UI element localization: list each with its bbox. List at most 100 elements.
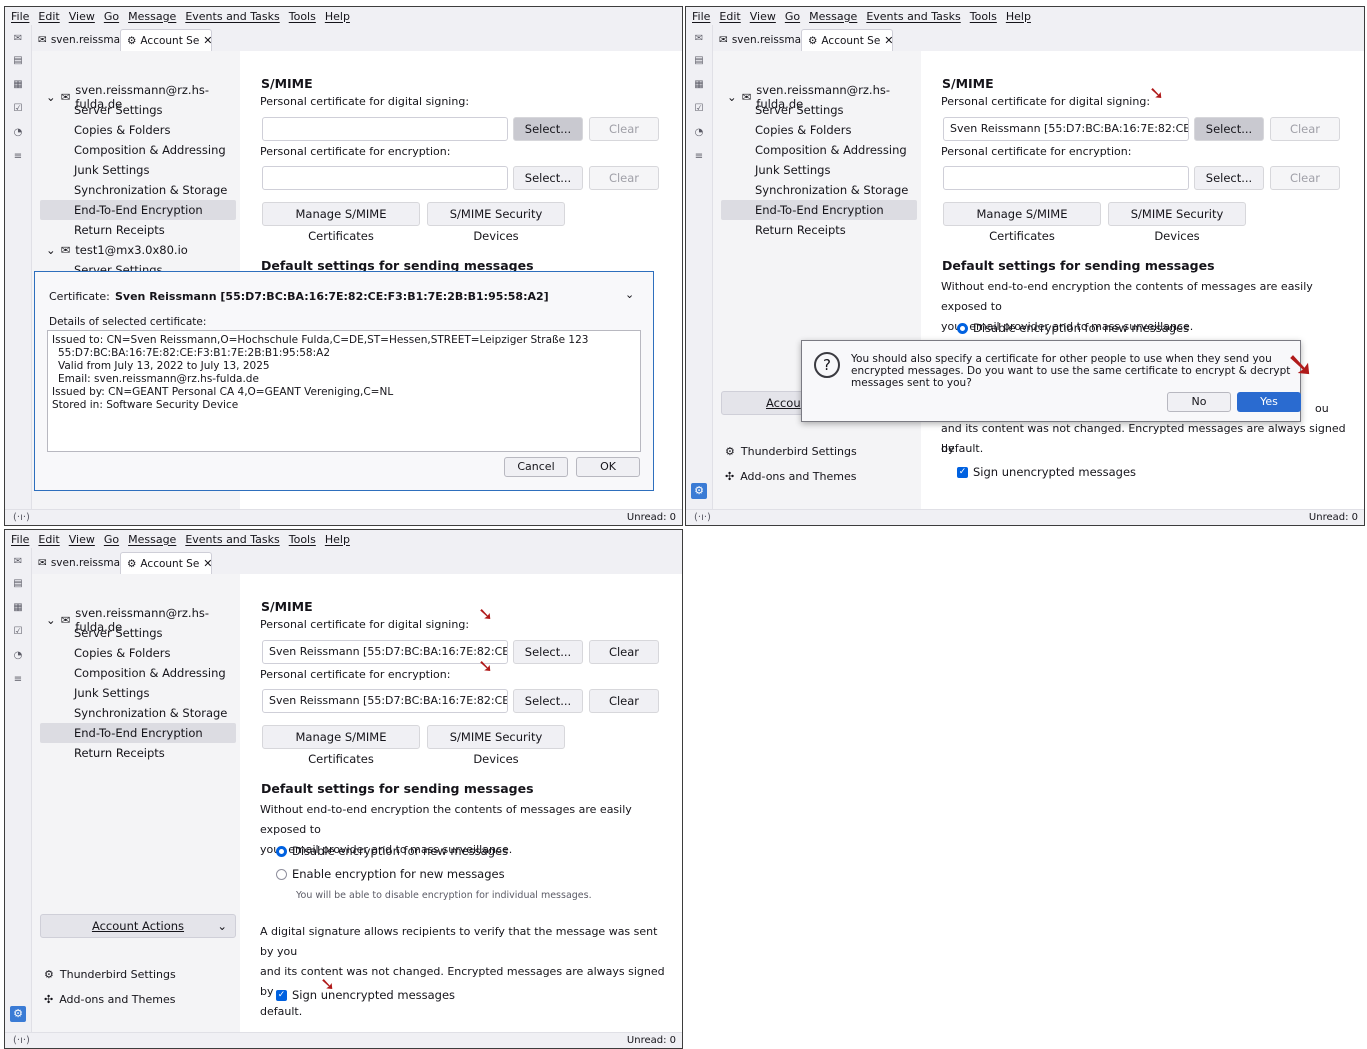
address-book-icon[interactable]: ▤ <box>12 55 24 67</box>
certificate-select[interactable]: Sven Reissmann [55:D7:BC:BA:16:7E:82:CE:… <box>115 290 549 303</box>
menu-file[interactable]: File <box>11 533 29 546</box>
chevron-down-icon[interactable]: ⌄ <box>46 243 56 257</box>
select-enc-button[interactable]: Select... <box>513 689 583 713</box>
clear-sign-button[interactable]: Clear <box>589 117 659 141</box>
security-devices-button[interactable]: S/MIME Security Devices <box>427 725 565 766</box>
menu-message[interactable]: Message <box>809 10 857 23</box>
account-actions-button[interactable]: Account Actions ⌄ <box>40 914 236 938</box>
chat-icon[interactable]: ◔ <box>12 127 24 139</box>
clear-sign-button[interactable]: Clear <box>1270 117 1340 141</box>
chat-icon[interactable]: ◔ <box>693 127 705 139</box>
sidebar-item-e2e[interactable]: End-To-End Encryption <box>40 200 236 220</box>
address-book-icon[interactable]: ▤ <box>12 578 24 590</box>
thunderbird-settings-link[interactable]: ⚙ Thunderbird Settings <box>44 968 176 981</box>
sidebar-item-server-settings[interactable]: Server Settings <box>74 103 163 117</box>
settings-list-icon[interactable]: ≡ <box>693 151 705 163</box>
tab-mail[interactable]: ✉sven.reissmann <box>32 29 120 51</box>
select-sign-button[interactable]: Select... <box>513 640 583 664</box>
disable-encryption-radio[interactable]: Disable encryption for new messages <box>276 844 508 858</box>
sidebar-item-e2e[interactable]: End-To-End Encryption <box>721 200 917 220</box>
close-icon[interactable]: ✕ <box>203 557 211 570</box>
sign-cert-field[interactable]: Sven Reissmann [55:D7:BC:BA:16:7E:82:CE:… <box>943 117 1189 141</box>
sidebar-item-receipts[interactable]: Return Receipts <box>74 223 165 237</box>
menu-go[interactable]: Go <box>104 533 119 546</box>
chevron-down-icon[interactable]: ⌄ <box>46 90 56 104</box>
menu-edit[interactable]: Edit <box>38 533 59 546</box>
menu-message[interactable]: Message <box>128 533 176 546</box>
calendar-icon[interactable]: ▦ <box>12 79 24 91</box>
menu-go[interactable]: Go <box>785 10 800 23</box>
tasks-icon[interactable]: ☑ <box>12 626 24 638</box>
menu-events[interactable]: Events and Tasks <box>185 10 279 23</box>
mail-icon[interactable]: ✉ <box>693 33 705 45</box>
security-devices-button[interactable]: S/MIME Security Devices <box>427 202 565 243</box>
addons-link[interactable]: ✣ Add-ons and Themes <box>44 993 175 1006</box>
sidebar-item-junk[interactable]: Junk Settings <box>755 163 830 177</box>
chevron-down-icon[interactable]: ⌄ <box>727 90 737 104</box>
addons-link[interactable]: ✣ Add-ons and Themes <box>725 470 856 483</box>
tab-account-settings[interactable]: ⚙ Account Se ✕ <box>801 29 893 51</box>
menu-tools[interactable]: Tools <box>970 10 997 23</box>
manage-certs-button[interactable]: Manage S/MIME Certificates <box>262 725 420 766</box>
thunderbird-settings-link[interactable]: ⚙ Thunderbird Settings <box>725 445 857 458</box>
certificate-details[interactable]: Issued to: CN=Sven Reissmann,O=Hochschul… <box>47 330 641 452</box>
cancel-button[interactable]: Cancel <box>504 457 568 477</box>
menu-view[interactable]: View <box>69 10 95 23</box>
sidebar-item-copies-folders[interactable]: Copies & Folders <box>74 123 170 137</box>
gear-icon[interactable]: ⚙ <box>10 1006 26 1022</box>
sidebar-item-server-settings[interactable]: Server Settings <box>74 626 163 640</box>
tasks-icon[interactable]: ☑ <box>693 103 705 115</box>
sidebar-item-composition[interactable]: Composition & Addressing <box>74 143 226 157</box>
tab-mail[interactable]: ✉sven.reissmann <box>32 552 120 574</box>
sign-unencrypted-checkbox[interactable]: ✓ Sign unencrypted messages <box>276 988 455 1002</box>
clear-enc-button[interactable]: Clear <box>589 166 659 190</box>
menu-view[interactable]: View <box>750 10 776 23</box>
select-enc-button[interactable]: Select... <box>513 166 583 190</box>
enc-cert-field[interactable]: Sven Reissmann [55:D7:BC:BA:16:7E:82:CE:… <box>262 689 508 713</box>
tab-mail[interactable]: ✉sven.reissmann <box>713 29 801 51</box>
sidebar-item-junk[interactable]: Junk Settings <box>74 686 149 700</box>
sidebar-item-sync[interactable]: Synchronization & Storage <box>74 183 227 197</box>
account-header-2[interactable]: ⌄ ✉ test1@mx3.0x80.io <box>46 243 188 257</box>
manage-certs-button[interactable]: Manage S/MIME Certificates <box>262 202 420 243</box>
calendar-icon[interactable]: ▦ <box>693 79 705 91</box>
sidebar-item-server-settings[interactable]: Server Settings <box>755 103 844 117</box>
enc-cert-field[interactable] <box>262 166 508 190</box>
tab-account-settings[interactable]: ⚙ Account Se ✕ <box>120 29 212 51</box>
mail-icon[interactable]: ✉ <box>12 556 24 568</box>
security-devices-button[interactable]: S/MIME Security Devices <box>1108 202 1246 243</box>
enc-cert-field[interactable] <box>943 166 1189 190</box>
sidebar-item-composition[interactable]: Composition & Addressing <box>755 143 907 157</box>
menu-help[interactable]: Help <box>325 533 350 546</box>
menu-events[interactable]: Events and Tasks <box>185 533 279 546</box>
yes-button[interactable]: Yes <box>1237 392 1301 412</box>
enable-encryption-radio[interactable]: Enable encryption for new messages <box>276 867 505 881</box>
menu-events[interactable]: Events and Tasks <box>866 10 960 23</box>
menu-tools[interactable]: Tools <box>289 533 316 546</box>
tab-account-settings[interactable]: ⚙ Account Se ✕ <box>120 552 212 574</box>
menu-help[interactable]: Help <box>325 10 350 23</box>
menu-help[interactable]: Help <box>1006 10 1031 23</box>
menu-file[interactable]: File <box>11 10 29 23</box>
chat-icon[interactable]: ◔ <box>12 650 24 662</box>
calendar-icon[interactable]: ▦ <box>12 602 24 614</box>
ok-button[interactable]: OK <box>576 457 640 477</box>
chevron-down-icon[interactable]: ⌄ <box>46 613 56 627</box>
select-enc-button[interactable]: Select... <box>1194 166 1264 190</box>
sidebar-item-composition[interactable]: Composition & Addressing <box>74 666 226 680</box>
sidebar-item-sync[interactable]: Synchronization & Storage <box>755 183 908 197</box>
tasks-icon[interactable]: ☑ <box>12 103 24 115</box>
menu-go[interactable]: Go <box>104 10 119 23</box>
address-book-icon[interactable]: ▤ <box>693 55 705 67</box>
close-icon[interactable]: ✕ <box>884 34 892 47</box>
sidebar-item-e2e[interactable]: End-To-End Encryption <box>40 723 236 743</box>
mail-icon[interactable]: ✉ <box>12 33 24 45</box>
sign-cert-field[interactable] <box>262 117 508 141</box>
settings-list-icon[interactable]: ≡ <box>12 151 24 163</box>
sidebar-item-receipts[interactable]: Return Receipts <box>74 746 165 760</box>
settings-list-icon[interactable]: ≡ <box>12 674 24 686</box>
select-sign-button[interactable]: Select... <box>513 117 583 141</box>
no-button[interactable]: No <box>1167 392 1231 412</box>
sign-unencrypted-checkbox[interactable]: ✓ Sign unencrypted messages <box>957 465 1136 479</box>
sidebar-item-receipts[interactable]: Return Receipts <box>755 223 846 237</box>
